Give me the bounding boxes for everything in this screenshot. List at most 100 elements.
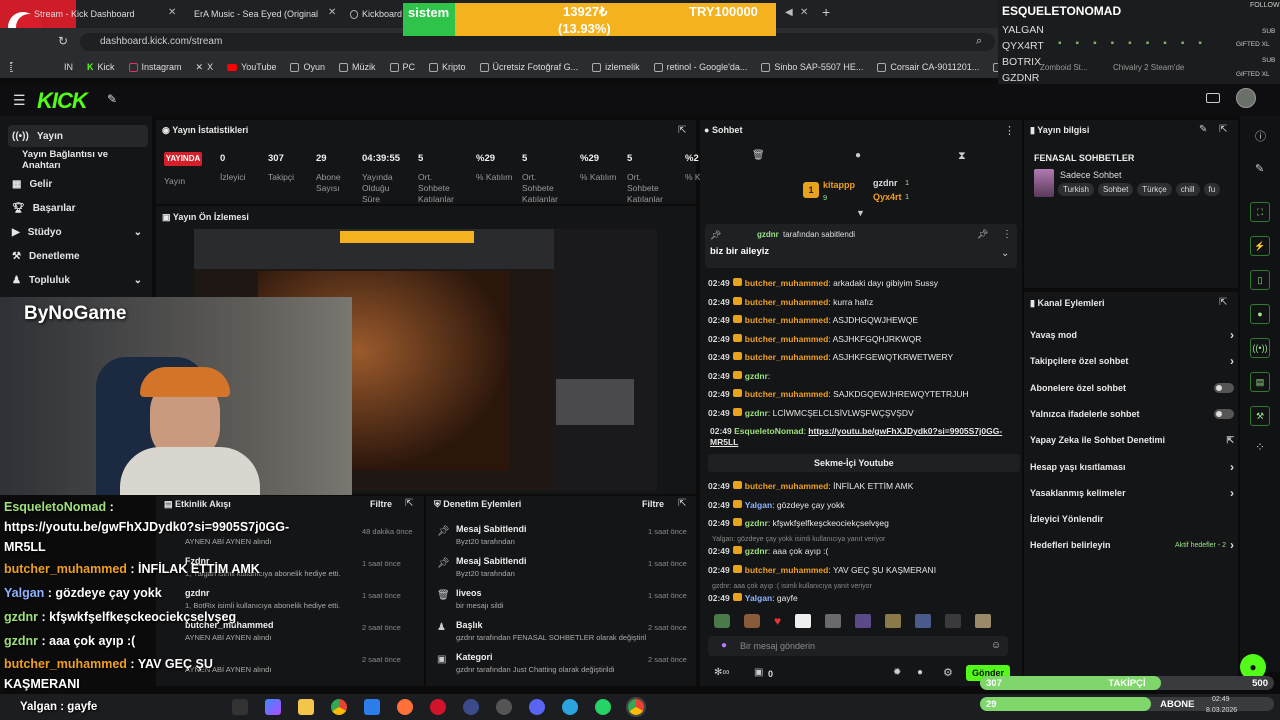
chat-shortcut-button[interactable]: ●	[1250, 304, 1270, 324]
sidebar-item-stream[interactable]: ((•)) Yayın	[8, 125, 148, 147]
tab-close-icon[interactable]: ✕	[800, 7, 808, 18]
chat-username[interactable]: butcher_muhammed	[745, 334, 829, 344]
tag-chip[interactable]: Sohbet	[1097, 183, 1134, 196]
emoji-icon[interactable]: ☺	[991, 640, 1001, 651]
bookmark-item[interactable]: IN	[26, 62, 73, 72]
channel-action-item[interactable]: Hesap yaşı kısıtlaması ›	[1030, 460, 1234, 474]
task-view-icon[interactable]	[232, 699, 248, 715]
telegram-icon[interactable]	[562, 699, 578, 715]
mute-icon[interactable]: ◀	[785, 7, 793, 18]
poll-button[interactable]: ▯	[1250, 270, 1270, 290]
edit-icon[interactable]: ✎	[1255, 162, 1264, 175]
bookmark-folder[interactable]: izlemelik	[592, 62, 640, 72]
bookmark-item[interactable]: Sinbo SAP-5507 HE...	[761, 62, 863, 72]
emote-icon[interactable]	[714, 614, 730, 628]
discord-icon[interactable]	[529, 699, 545, 715]
chat-username[interactable]: Yalgan	[745, 500, 772, 510]
chat-bubble-icon[interactable]: ●	[855, 150, 861, 161]
bookmark-folder[interactable]: Kripto	[429, 62, 466, 72]
whatsapp-icon[interactable]	[595, 699, 611, 715]
channel-action-item[interactable]: Yasaklanmış kelimeler ›	[1030, 486, 1234, 500]
emote-icon[interactable]	[945, 614, 962, 628]
leaderboard-user[interactable]: Qyx4rt	[873, 192, 902, 202]
trash-icon[interactable]: 🗑︎	[752, 150, 765, 161]
new-tab-icon[interactable]: +	[822, 4, 830, 20]
clip-button[interactable]: ⛶	[1250, 202, 1270, 222]
chat-username[interactable]: butcher_muhammed	[745, 352, 829, 362]
emote-icon[interactable]	[825, 614, 842, 628]
sidebar-item-moderation[interactable]: ⚒ Denetleme	[8, 245, 148, 267]
channel-action-item[interactable]: Takipçilere özel sohbet ›	[1030, 354, 1234, 368]
firefox-icon[interactable]	[397, 699, 413, 715]
info-icon[interactable]: ⓘ	[1255, 128, 1266, 144]
channel-action-item[interactable]: Yalnızca ifadelerle sohbet	[1030, 407, 1234, 421]
moderation-filter-button[interactable]: Filtre	[642, 499, 664, 509]
hourglass-icon[interactable]: ⧗	[958, 150, 966, 163]
moderation-button[interactable]: ⚒	[1250, 406, 1270, 426]
emote-icon[interactable]	[975, 614, 992, 628]
gear-icon[interactable]: ⚙	[943, 666, 953, 679]
theater-mode-icon[interactable]	[1206, 93, 1220, 103]
popout-icon[interactable]: ⇱	[1219, 124, 1227, 135]
bookmark-item[interactable]: Corsair CA-9011201...	[877, 62, 979, 72]
tab-close-icon[interactable]: ✕	[168, 7, 176, 18]
bookmark-item[interactable]: Ücretsiz Fotoğraf G...	[479, 62, 578, 72]
raid-button[interactable]: ⚡	[1250, 236, 1270, 256]
chat-username[interactable]: butcher_muhammed	[745, 278, 829, 288]
more-icon[interactable]: ⋮	[1002, 229, 1012, 240]
channel-action-item[interactable]: Yavaş mod ›	[1030, 328, 1234, 342]
bookmark-folder[interactable]: Oyun	[290, 62, 325, 72]
chat-username[interactable]: gzdnr	[745, 546, 768, 556]
popout-icon[interactable]: ⇱	[678, 125, 686, 136]
popout-icon[interactable]: ⇱	[1219, 297, 1227, 308]
sidebar-item-stream-key[interactable]: Yayın Bağlantısı ve Anahtarı	[8, 149, 148, 171]
activity-filter-button[interactable]: Filtre	[370, 499, 392, 509]
tag-chip[interactable]: chill	[1175, 183, 1200, 196]
bookmark-folder[interactable]: PC	[389, 62, 415, 72]
popout-icon[interactable]: ⇱	[678, 498, 686, 509]
obs-icon[interactable]	[496, 699, 512, 715]
unpin-icon[interactable]: 📌︎	[977, 229, 988, 240]
edit-icon[interactable]: ✎	[1199, 124, 1207, 135]
tab-close-icon[interactable]: ✕	[328, 7, 336, 18]
microphone-icon[interactable]: ●	[721, 640, 727, 651]
chat-username[interactable]: gzdnr	[745, 371, 768, 381]
collapse-leaderboard-icon[interactable]: ▼	[856, 208, 865, 218]
more-icon[interactable]: ⋮	[1004, 124, 1015, 137]
emote-icon[interactable]	[744, 614, 760, 628]
tab-kick-dashboard[interactable]: Stream - Kick Dashboard	[34, 4, 174, 24]
copilot-icon[interactable]	[265, 699, 281, 715]
leaderboard-user[interactable]: gzdnr	[873, 178, 898, 188]
chat-bubble-icon[interactable]: ●	[917, 667, 923, 678]
bookmark-item[interactable]: Instagram	[128, 62, 182, 72]
emote-icon[interactable]	[915, 614, 932, 628]
leaderboard-user[interactable]: kitappp	[823, 180, 855, 190]
opera-icon[interactable]	[430, 699, 446, 715]
broadcast-button[interactable]: ((•))	[1250, 338, 1270, 358]
bookmark-item[interactable]: retinol - Google'da...	[653, 62, 747, 72]
chrome-icon[interactable]	[331, 699, 347, 715]
reload-icon[interactable]: ↻	[58, 34, 68, 48]
kick-logo[interactable]: KICK	[37, 88, 88, 114]
mail-icon[interactable]	[364, 699, 380, 715]
zoom-icon[interactable]: ⌕	[976, 35, 982, 48]
chevron-down-icon[interactable]: ⌄	[1001, 248, 1009, 259]
chat-username[interactable]: butcher_muhammed	[745, 389, 829, 399]
tag-chip[interactable]: Turkish	[1058, 183, 1094, 196]
pin-toggle-icon[interactable]: ✎	[107, 92, 117, 106]
menu-icon[interactable]: ☰	[13, 92, 26, 109]
chat-username[interactable]: butcher_muhammed	[745, 481, 829, 491]
sidebar-item-achievements[interactable]: 🏆︎ Başarılar	[8, 197, 148, 219]
heart-icon[interactable]: ♥	[774, 614, 781, 630]
bookmark-item[interactable]: YouTube	[227, 62, 276, 72]
chat-username[interactable]: Yalgan	[745, 593, 772, 603]
emote-icon[interactable]	[855, 614, 872, 628]
tab-kickboard[interactable]: Kickboard	[350, 4, 402, 24]
bookmark-item[interactable]: K Kick	[87, 62, 115, 72]
sidebar-item-community[interactable]: ♟ Topluluk ⌄	[8, 269, 148, 291]
apps-icon[interactable]	[10, 62, 12, 72]
emote-icon[interactable]	[885, 614, 902, 628]
channel-action-item[interactable]: Yapay Zeka ile Sohbet Denetimi ⇱	[1030, 433, 1234, 447]
chat-username[interactable]: EsqueletoNomad	[734, 426, 803, 436]
channel-action-item[interactable]: Hedefleri belirleyin Aktif hedefler - 2 ›	[1030, 538, 1234, 552]
